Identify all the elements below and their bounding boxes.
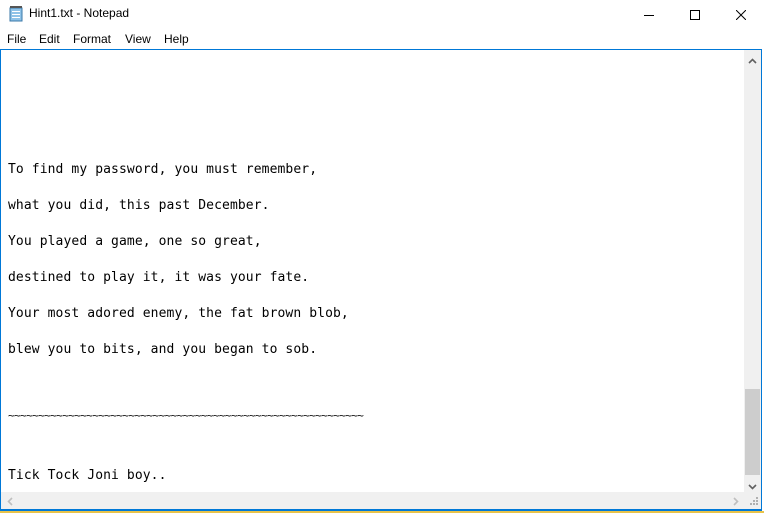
scroll-down-button[interactable] — [744, 476, 761, 493]
text-area[interactable]: To find my password, you must remember, … — [2, 51, 746, 493]
menu-bar: File Edit Format View Help — [0, 29, 764, 49]
scroll-up-button[interactable] — [744, 50, 761, 67]
close-icon — [735, 5, 747, 24]
chevron-up-icon — [748, 49, 757, 68]
vertical-scrollbar[interactable] — [744, 50, 761, 493]
text-line: Your most adored enemy, the fat brown bl… — [8, 306, 349, 321]
text-line: blew you to bits, and you began to sob. — [8, 342, 318, 357]
menu-format[interactable]: Format — [73, 32, 111, 46]
window-title: Hint1.txt - Notepad — [29, 6, 130, 20]
menu-file[interactable]: File — [7, 32, 26, 46]
text-editor[interactable]: To find my password, you must remember, … — [0, 49, 762, 511]
text-line: To find my password, you must remember, — [8, 162, 318, 177]
scroll-left-button[interactable] — [1, 492, 18, 509]
title-bar: Hint1.txt - Notepad — [0, 0, 764, 29]
scroll-right-button[interactable] — [727, 492, 744, 509]
close-button[interactable] — [718, 0, 764, 29]
minimize-icon — [644, 5, 654, 24]
text-line-divider: ~~~~~~~~~~~~~~~~~~~~~~~~~~~~~~~~~~~~~~~~… — [8, 409, 364, 422]
minimize-button[interactable] — [626, 0, 672, 29]
text-line: You played a game, one so great, — [8, 234, 262, 249]
resize-grip[interactable] — [744, 492, 761, 509]
menu-view[interactable]: View — [125, 32, 151, 46]
horizontal-scrollbar[interactable] — [1, 492, 744, 509]
chevron-left-icon — [6, 491, 13, 510]
maximize-button[interactable] — [672, 0, 718, 29]
chevron-right-icon — [732, 491, 739, 510]
text-line: Tick Tock Joni boy.. — [8, 468, 167, 483]
text-line: destined to play it, it was your fate. — [8, 270, 310, 285]
maximize-icon — [690, 5, 700, 24]
text-line: what you did, this past December. — [8, 198, 270, 213]
menu-edit[interactable]: Edit — [39, 32, 60, 46]
notepad-icon — [9, 6, 23, 22]
menu-help[interactable]: Help — [164, 32, 189, 46]
vertical-scroll-thumb[interactable] — [745, 389, 760, 475]
